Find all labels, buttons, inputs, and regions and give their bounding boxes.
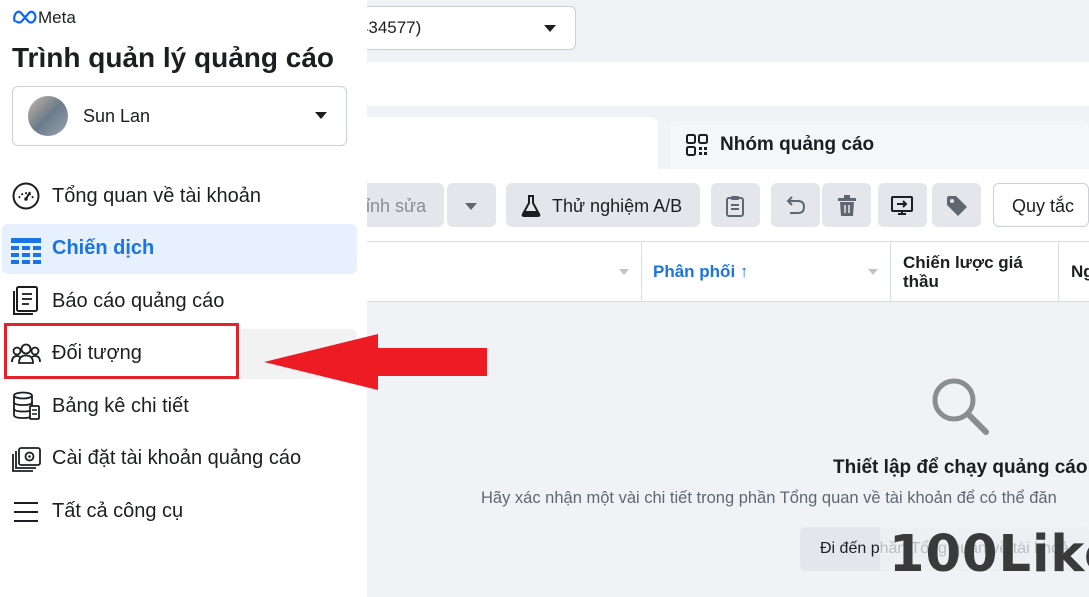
flask-icon — [521, 195, 541, 217]
trash-icon — [838, 195, 856, 216]
tab-campaigns[interactable] — [330, 117, 658, 169]
search-icon — [932, 378, 989, 435]
app-title: Trình quản lý quảng cáo — [12, 42, 335, 73]
avatar — [28, 96, 68, 136]
column-divider — [641, 241, 642, 302]
chevron-down-icon — [465, 203, 477, 210]
column-divider — [890, 241, 891, 302]
header-band — [330, 62, 1089, 106]
dashboard-icon — [12, 182, 40, 210]
user-name: Sun Lan — [83, 106, 151, 126]
empty-state-title: Thiết lập để chạy quảng cáo — [833, 457, 1088, 478]
chevron-down-icon — [544, 25, 556, 32]
column-header-delivery[interactable]: Phân phối ↑ — [653, 262, 748, 282]
column-header-bid-strategy-line1: Chiến lược giá — [903, 253, 1023, 272]
sidebar-item-label: Tổng quan về tài khoản — [52, 185, 262, 207]
undo-icon — [786, 196, 806, 214]
rules-dropdown-label: Quy tắc — [1012, 196, 1075, 216]
annotation-arrow — [264, 334, 487, 390]
ab-test-label: Thử nghiệm A/B — [552, 196, 683, 216]
ad-sets-grid-icon — [686, 134, 708, 156]
chevron-down-icon — [315, 112, 327, 119]
export-icon — [891, 196, 913, 215]
tag-icon — [947, 196, 967, 216]
sidebar-item-label: Báo cáo quảng cáo — [52, 290, 225, 312]
billing-stack-icon — [13, 391, 40, 420]
sidebar-item-label: Bảng kê chi tiết — [52, 395, 189, 417]
column-header-delivery-label: Phân phối — [653, 262, 736, 281]
tab-ad-sets-label: Nhóm quảng cáo — [720, 134, 875, 155]
meta-logo[interactable]: Meta — [12, 8, 76, 28]
table-icon — [11, 238, 41, 264]
annotation-highlight-box — [4, 323, 239, 379]
column-divider — [1058, 241, 1059, 302]
report-icon — [13, 286, 38, 315]
clipboard-icon — [726, 196, 744, 217]
watermark-logo: 100Like. — [889, 525, 1089, 584]
menu-icon — [14, 502, 38, 522]
settings-card-icon — [12, 447, 41, 472]
column-header-bid-strategy[interactable]: Chiến lược giá thầu — [903, 253, 1023, 291]
column-menu-icon[interactable] — [619, 269, 629, 275]
column-menu-icon[interactable] — [868, 269, 878, 275]
watermark-text: 100Like — [889, 525, 1089, 584]
empty-state-subtitle: Hãy xác nhận một vài chi tiết trong phần… — [481, 489, 1057, 507]
column-header-bid-strategy-line2: thầu — [903, 272, 939, 291]
meta-brand-text: Meta — [38, 8, 76, 27]
column-header-next[interactable]: Ng — [1071, 262, 1089, 282]
sidebar-item-label: Cài đặt tài khoản quảng cáo — [52, 447, 302, 469]
edit-button-label: ỉnh sửa — [366, 196, 427, 216]
meta-infinity-icon — [13, 10, 37, 24]
sidebar-item-label: Tất cả công cụ — [52, 500, 184, 522]
sidebar-item-label: Chiến dịch — [52, 237, 155, 259]
